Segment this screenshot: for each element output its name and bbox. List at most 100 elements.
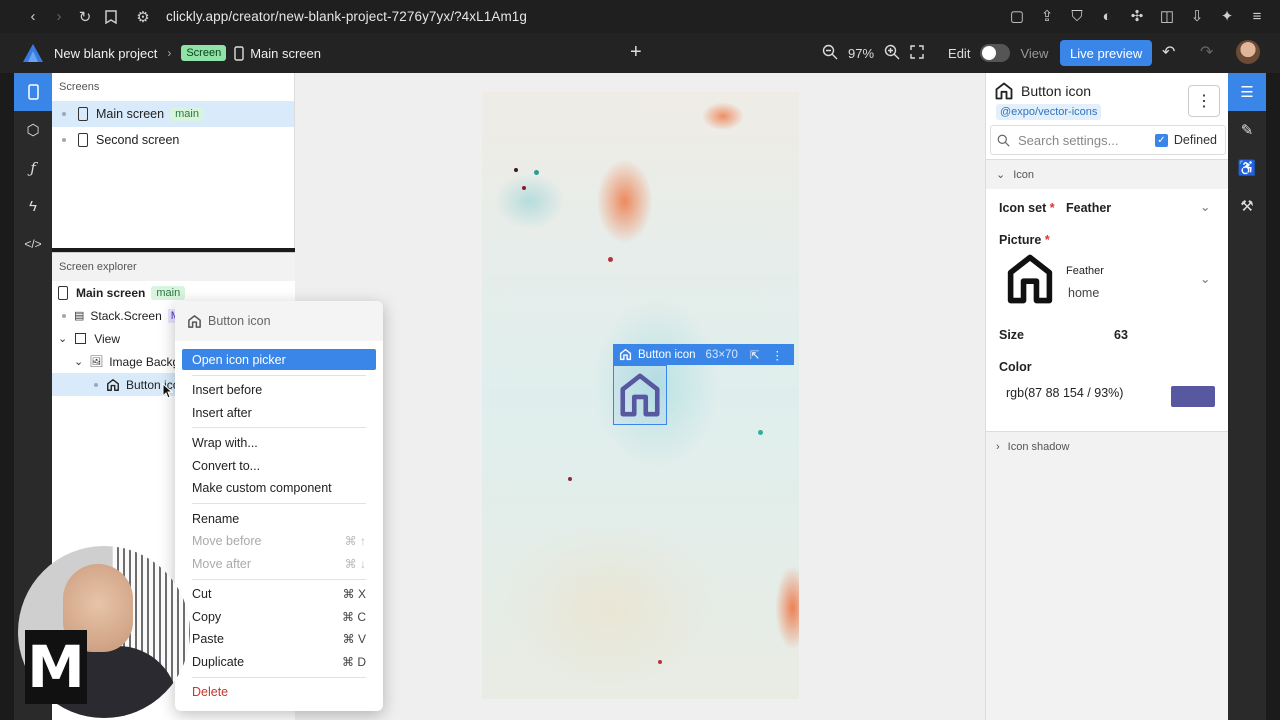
select-parent-icon[interactable]: ⇱ xyxy=(750,348,760,362)
search-settings-input[interactable]: Search settings... ✓ Defined xyxy=(990,125,1226,155)
picture-name[interactable]: home xyxy=(1068,286,1099,300)
search-icon xyxy=(997,134,1010,147)
live-preview-button[interactable]: Live preview xyxy=(1060,40,1153,66)
size-label: Size xyxy=(999,328,1025,342)
actions-tool[interactable]: ϟ xyxy=(14,187,52,225)
paint-speck xyxy=(534,170,539,175)
clipboard-icon[interactable]: ▢ xyxy=(1004,3,1030,29)
wrench-icon: ⚒ xyxy=(1240,198,1254,215)
shield-icon[interactable]: ⛉ xyxy=(1064,3,1090,29)
menu-divider xyxy=(192,375,366,376)
menu-open-icon-picker[interactable]: Open icon picker xyxy=(182,349,376,370)
extension-icon[interactable]: ◐ xyxy=(1094,3,1120,29)
project-name[interactable]: New blank project xyxy=(54,46,157,61)
back-icon[interactable]: ‹ xyxy=(20,4,46,30)
screen-item-label: Main screen xyxy=(96,107,165,121)
redo-icon[interactable]: ↷ xyxy=(1200,42,1213,62)
bullet-icon xyxy=(94,382,98,387)
shortcut-label: ⌘ ↑ xyxy=(344,533,366,548)
site-settings-icon[interactable]: ⚙ xyxy=(130,4,156,30)
menu-paste[interactable]: Paste ⌘ V xyxy=(182,628,376,649)
menu-move-after[interactable]: Move after ⌘ ↓ xyxy=(182,553,376,574)
avatar[interactable] xyxy=(1236,40,1260,64)
zoom-out-icon[interactable] xyxy=(822,44,838,63)
menu-insert-after[interactable]: Insert after xyxy=(182,402,376,423)
app-header: New blank project › Screen Main screen +… xyxy=(0,33,1280,73)
bullet-icon xyxy=(62,138,66,142)
size-input[interactable]: 63 xyxy=(1114,328,1128,342)
chevron-down-icon[interactable]: ⌄ xyxy=(1200,271,1210,286)
more-vertical-icon[interactable]: ⋮ xyxy=(772,348,784,362)
menu-delete[interactable]: Delete xyxy=(182,681,376,702)
menu-cut[interactable]: Cut ⌘ X xyxy=(182,583,376,604)
zoom-in-icon[interactable] xyxy=(884,44,900,63)
check-icon: ✓ xyxy=(1154,133,1168,147)
menu-copy[interactable]: Copy ⌘ C xyxy=(182,606,376,627)
icon-set-label: Icon set * xyxy=(999,201,1055,215)
image-icon: 🖼 xyxy=(89,356,104,368)
window-icon[interactable]: ◫ xyxy=(1154,3,1180,29)
breadcrumb-screen[interactable]: Main screen xyxy=(250,46,321,61)
chevron-down-icon[interactable]: ⌄ xyxy=(1200,199,1210,214)
more-options-button[interactable]: ⋮ xyxy=(1188,85,1220,117)
home-icon[interactable] xyxy=(1003,251,1057,307)
download-icon[interactable]: ⇩ xyxy=(1184,3,1210,29)
menu-rename[interactable]: Rename xyxy=(182,508,376,529)
main-tag: main xyxy=(170,107,204,121)
tree-row-label: Main screen xyxy=(76,285,146,300)
chevron-down-icon[interactable]: ⌄ xyxy=(74,355,83,368)
reload-icon[interactable]: ↻ xyxy=(72,4,98,30)
fullscreen-icon[interactable] xyxy=(910,44,924,62)
browser-toolbar: ‹ › ↻ ⚙ clickly.app/creator/new-blank-pr… xyxy=(0,0,1280,33)
bookmark-icon[interactable] xyxy=(98,4,124,30)
menu-convert-to[interactable]: Convert to... xyxy=(182,455,376,476)
chevron-down-icon[interactable]: ⌄ xyxy=(58,332,67,345)
style-tool[interactable]: ✎ xyxy=(1228,111,1266,149)
accessibility-tool[interactable]: ♿ xyxy=(1228,149,1266,187)
phone-icon xyxy=(58,285,68,300)
menu-insert-before[interactable]: Insert before xyxy=(182,379,376,400)
edit-view-toggle[interactable] xyxy=(980,44,1011,62)
paint-speck xyxy=(514,168,518,172)
accessibility-icon: ♿ xyxy=(1237,160,1257,177)
properties-tool[interactable]: ☰ xyxy=(1228,73,1266,111)
context-menu-title: Button icon xyxy=(208,314,271,328)
defined-checkbox[interactable]: ✓ Defined xyxy=(1154,133,1225,147)
app-logo-icon[interactable] xyxy=(22,42,44,64)
address-bar[interactable]: clickly.app/creator/new-blank-project-72… xyxy=(166,9,527,24)
menu-move-before[interactable]: Move before ⌘ ↑ xyxy=(182,530,376,551)
forward-icon[interactable]: › xyxy=(46,4,72,30)
functions-tool[interactable]: ƒ xyxy=(14,149,52,187)
icon-set-select[interactable]: Feather xyxy=(1066,201,1111,215)
screen-item-second[interactable]: Second screen xyxy=(52,127,294,153)
sparkle-icon[interactable]: ✦ xyxy=(1214,3,1240,29)
menu-icon[interactable]: ≡ xyxy=(1244,3,1270,29)
share-icon[interactable]: ⇪ xyxy=(1034,3,1060,29)
shortcut-label: ⌘ D xyxy=(342,654,366,669)
puzzle-icon[interactable]: ✣ xyxy=(1124,3,1150,29)
color-swatch[interactable] xyxy=(1171,386,1215,407)
menu-make-custom-component[interactable]: Make custom component xyxy=(182,477,376,498)
icon-shadow-section-header[interactable]: › Icon shadow xyxy=(986,431,1228,461)
package-tag[interactable]: @expo/vector-icons xyxy=(996,104,1102,120)
menu-duplicate[interactable]: Duplicate ⌘ D xyxy=(182,651,376,672)
selection-toolbar[interactable]: Button icon 63×70 ⇱ ⋮ xyxy=(613,344,794,365)
zoom-level[interactable]: 97% xyxy=(848,46,874,61)
screens-header: Screens xyxy=(59,81,100,93)
icon-section-header[interactable]: ⌄ Icon xyxy=(986,159,1228,189)
code-icon: </> xyxy=(24,237,42,251)
screen-item-main[interactable]: Main screen main xyxy=(52,101,294,127)
brush-icon: ✎ xyxy=(1240,122,1254,139)
color-value[interactable]: rgb(87 88 154 / 93%) xyxy=(1006,386,1123,400)
plus-icon[interactable]: + xyxy=(630,41,642,64)
undo-icon[interactable]: ↶ xyxy=(1162,42,1175,62)
screens-tool[interactable] xyxy=(14,73,52,111)
advanced-tool[interactable]: ⚒ xyxy=(1228,187,1266,225)
components-tool[interactable]: ⬡ xyxy=(14,111,52,149)
design-canvas[interactable]: Button icon 63×70 ⇱ ⋮ xyxy=(295,73,985,720)
right-tool-rail: ☰ ✎ ♿ ⚒ xyxy=(1228,73,1266,720)
stack-icon: ▤ xyxy=(74,310,85,322)
menu-wrap-with[interactable]: Wrap with... xyxy=(182,432,376,453)
selected-button-icon[interactable] xyxy=(613,365,667,425)
code-tool[interactable]: </> xyxy=(14,225,52,263)
